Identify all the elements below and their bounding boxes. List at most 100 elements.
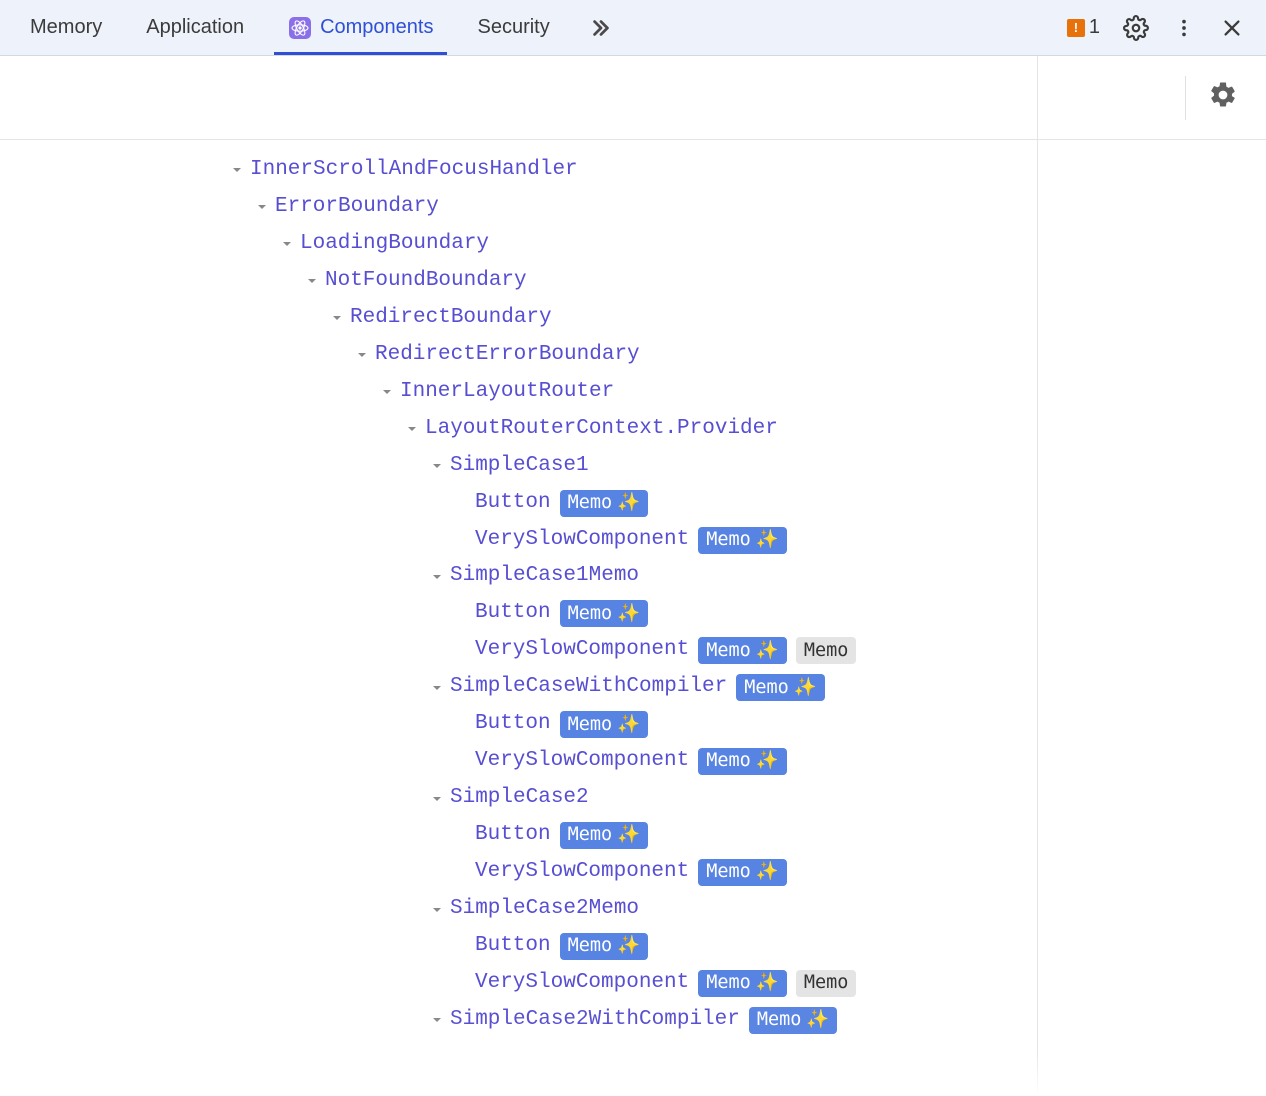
sparkle-icon: ✨ — [756, 856, 779, 889]
tree-node[interactable]: ErrorBoundary — [0, 189, 1266, 226]
tabs-overflow-button[interactable] — [572, 17, 630, 39]
tree-node[interactable]: VerySlowComponentMemo✨ — [0, 743, 1266, 780]
sparkle-icon: ✨ — [756, 635, 779, 668]
component-name: SimpleCase1Memo — [450, 558, 639, 595]
sparkle-icon: ✨ — [617, 487, 640, 520]
chevron-down-icon[interactable] — [328, 313, 346, 323]
tab-label: Security — [477, 16, 549, 39]
warning-count: 1 — [1089, 16, 1100, 39]
tree-node[interactable]: Button Memo✨ — [0, 928, 1266, 965]
chevron-down-icon[interactable] — [428, 572, 446, 582]
components-settings-button[interactable] — [1208, 80, 1238, 116]
kebab-icon — [1173, 17, 1195, 39]
tab-application[interactable]: Application — [124, 0, 266, 55]
tree-node[interactable]: SimpleCase2WithCompilerMemo✨ — [0, 1002, 1266, 1039]
tab-label: Memory — [30, 16, 102, 39]
tree-node[interactable]: InnerLayoutRouter — [0, 374, 1266, 411]
chevron-down-icon[interactable] — [228, 165, 246, 175]
tree-node[interactable]: NotFoundBoundary — [0, 263, 1266, 300]
tree-node[interactable]: VerySlowComponent Memo✨ — [0, 522, 1266, 559]
tree-node[interactable]: InnerScrollAndFocusHandler — [0, 152, 1266, 189]
chevron-down-icon[interactable] — [353, 350, 371, 360]
issues-warning-badge[interactable]: ! 1 — [1059, 16, 1108, 39]
tree-node[interactable]: ButtonMemo✨ — [0, 817, 1266, 854]
tree-node[interactable]: Button Memo✨ — [0, 595, 1266, 632]
chevron-down-icon[interactable] — [303, 276, 321, 286]
chevron-down-icon[interactable] — [428, 905, 446, 915]
memo-compiler-badge: Memo✨ — [736, 674, 825, 701]
sparkle-icon: ✨ — [756, 967, 779, 1000]
panel-divider[interactable] — [1037, 56, 1038, 1096]
chevron-down-icon[interactable] — [428, 683, 446, 693]
close-icon — [1221, 17, 1243, 39]
tab-memory[interactable]: Memory — [8, 0, 124, 55]
tree-node[interactable]: VerySlowComponent Memo✨ Memo — [0, 965, 1266, 1002]
component-name: Button — [475, 485, 551, 522]
toolbar-divider — [1185, 76, 1186, 120]
sparkle-icon: ✨ — [617, 709, 640, 742]
tree-node[interactable]: SimpleCase2 — [0, 780, 1266, 817]
sparkle-icon: ✨ — [617, 598, 640, 631]
component-name: RedirectBoundary — [350, 300, 552, 337]
memo-compiler-badge: Memo✨ — [698, 748, 787, 775]
chevron-down-icon[interactable] — [403, 424, 421, 434]
react-icon — [288, 16, 312, 40]
tree-node[interactable]: RedirectErrorBoundary — [0, 337, 1266, 374]
sparkle-icon: ✨ — [756, 524, 779, 557]
tree-node[interactable]: RedirectBoundary — [0, 300, 1266, 337]
component-name: SimpleCase2Memo — [450, 891, 639, 928]
sparkle-icon: ✨ — [617, 819, 640, 852]
component-name: VerySlowComponent — [475, 854, 689, 891]
component-name: SimpleCaseWithCompiler — [450, 669, 727, 706]
sparkle-icon: ✨ — [806, 1004, 829, 1037]
tree-node[interactable]: SimpleCase1 — [0, 448, 1266, 485]
memo-compiler-badge: Memo✨ — [560, 933, 649, 960]
tab-security[interactable]: Security — [455, 0, 571, 55]
component-name: LoadingBoundary — [300, 226, 489, 263]
warning-icon: ! — [1067, 19, 1085, 37]
component-name: SimpleCase2WithCompiler — [450, 1002, 740, 1039]
tree-node[interactable]: VerySlowComponentMemo✨Memo — [0, 632, 1266, 669]
tree-node[interactable]: SimpleCase1Memo — [0, 558, 1266, 595]
settings-button[interactable] — [1116, 8, 1156, 48]
chevron-down-icon[interactable] — [253, 202, 271, 212]
component-name: VerySlowComponent — [475, 965, 689, 1002]
more-options-button[interactable] — [1164, 8, 1204, 48]
chevron-down-icon[interactable] — [428, 794, 446, 804]
component-name: NotFoundBoundary — [325, 263, 527, 300]
chevron-down-icon[interactable] — [378, 387, 396, 397]
gear-icon — [1208, 80, 1238, 110]
component-name: Button — [475, 595, 551, 632]
gear-icon — [1123, 15, 1149, 41]
sparkle-icon: ✨ — [617, 930, 640, 963]
tree-node[interactable]: Button Memo✨ — [0, 485, 1266, 522]
tree-node[interactable]: SimpleCaseWithCompiler Memo✨ — [0, 669, 1266, 706]
memo-compiler-badge: Memo✨ — [560, 711, 649, 738]
toolbar-right: ! 1 — [1059, 8, 1258, 48]
tab-label: Application — [146, 16, 244, 39]
close-devtools-button[interactable] — [1212, 8, 1252, 48]
tree-node[interactable]: LayoutRouterContext.Provider — [0, 411, 1266, 448]
memo-compiler-badge: Memo✨ — [698, 970, 787, 997]
component-name: LayoutRouterContext.Provider — [425, 411, 778, 448]
chevron-down-icon[interactable] — [428, 1015, 446, 1025]
component-name: RedirectErrorBoundary — [375, 337, 640, 374]
memo-compiler-badge: Memo✨ — [560, 600, 649, 627]
components-toolbar — [0, 56, 1266, 140]
component-name: Button — [475, 928, 551, 965]
tree-node[interactable]: ButtonMemo✨ — [0, 706, 1266, 743]
devtools-tab-bar: Memory Application Components Security — [0, 0, 1266, 56]
component-tree[interactable]: InnerScrollAndFocusHandlerErrorBoundaryL… — [0, 140, 1266, 1039]
chevron-down-icon[interactable] — [278, 239, 296, 249]
component-name: VerySlowComponent — [475, 522, 689, 559]
tab-components[interactable]: Components — [266, 0, 455, 55]
component-name: VerySlowComponent — [475, 632, 689, 669]
tree-node[interactable]: LoadingBoundary — [0, 226, 1266, 263]
memo-compiler-badge: Memo✨ — [698, 637, 787, 664]
memo-badge: Memo — [796, 970, 857, 997]
memo-compiler-badge: Memo✨ — [560, 490, 649, 517]
memo-compiler-badge: Memo✨ — [698, 527, 787, 554]
tree-node[interactable]: VerySlowComponentMemo✨ — [0, 854, 1266, 891]
chevron-down-icon[interactable] — [428, 461, 446, 471]
tree-node[interactable]: SimpleCase2Memo — [0, 891, 1266, 928]
